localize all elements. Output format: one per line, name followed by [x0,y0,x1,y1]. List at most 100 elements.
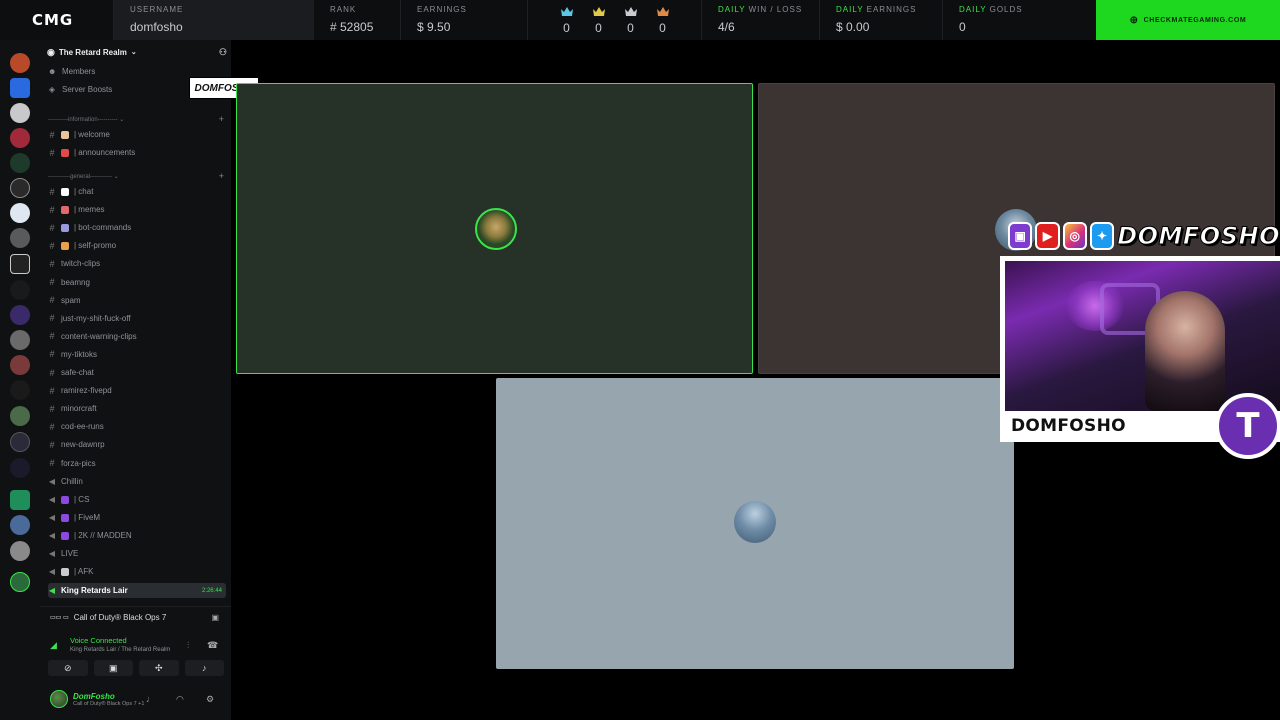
earnings-stat: EARNINGS $ 9.50 [400,0,527,40]
daily-earnings-label: DAILY EARNINGS [836,5,917,14]
globe-icon: ⊕ [1129,14,1139,26]
text-channel[interactable]: # | welcome [48,127,226,142]
channel-name: my-tiktoks [61,349,97,359]
checkmate-site-button[interactable]: ⊕ CHECKMATEGAMING.COM [1096,0,1280,40]
text-channel[interactable]: # safe-chat [48,365,226,380]
text-channel[interactable]: # ramirez-fivepd [48,383,226,398]
channel-emoji-icon [61,531,69,540]
server-icon[interactable] [10,330,30,350]
text-channel[interactable]: # cod-ee-runs [48,419,226,434]
server-icon[interactable] [10,305,30,325]
signal-icon[interactable]: ◢ [50,640,57,651]
text-channel[interactable]: # | self-promo [48,238,226,253]
text-channel[interactable]: # | bot-commands [48,220,226,235]
server-icon[interactable] [10,355,30,375]
headphones-icon[interactable]: ◠ [176,694,184,705]
category-general[interactable]: -----------general----------- ⌄ + [48,170,224,182]
noise-suppression-icon[interactable]: ⫶ [187,640,189,651]
text-channel[interactable]: # content-warning-clips [48,329,226,344]
social-handle: DOMFOSHO [1117,222,1280,251]
server-icon[interactable] [10,228,30,248]
voice-channel[interactable]: ◀ | CS [48,492,226,507]
voice-timer: 2:26:44 [201,587,222,594]
daily-golds-value: 0 [959,20,966,34]
rank-label: RANK [330,5,357,14]
add-channel-icon[interactable]: + [219,114,224,124]
app-window: CMG USERNAME domfosho RANK # 52805 EARNI… [0,0,1280,720]
category-general-label: -----------general----------- ⌄ [48,173,119,180]
voice-channel[interactable]: ◀ Chillin [48,474,226,489]
channel-name: | FiveM [74,513,101,522]
text-channel[interactable]: # minorcraft [48,401,226,416]
server-boosts-link[interactable]: ◈ Server Boosts [48,82,112,96]
activities-icon[interactable]: ✣ [139,660,179,676]
server-icon[interactable] [10,541,30,561]
server-icon[interactable] [10,432,30,452]
server-icon[interactable] [10,128,30,148]
members-link[interactable]: ☻ Members [48,64,95,78]
add-channel-icon[interactable]: + [219,171,224,181]
channel-sidebar: ◉ The Retard Realm ⌄ ⚇ ☻ Members ◈ Serve… [40,40,231,720]
disconnect-icon[interactable]: ☎ [207,640,218,651]
channel-emoji-icon [61,241,69,250]
activity-settings-icon[interactable]: ▣ [211,613,219,622]
invite-icon[interactable]: ⚇ [219,47,227,58]
voice-participant-tile[interactable] [236,83,753,374]
server-icon[interactable] [10,380,30,400]
username-stat: USERNAME domfosho [113,0,313,40]
hash-icon: # [49,367,55,378]
hash-icon: # [49,385,55,396]
server-boosts-label: Server Boosts [62,84,113,94]
server-icon[interactable] [10,53,30,73]
server-icon[interactable] [10,572,30,592]
soundboard-icon[interactable]: ♪ [184,660,224,676]
crown-count: 0 [627,21,634,35]
crown-icon [592,7,605,16]
text-channel[interactable]: # my-tiktoks [48,347,226,362]
screen-share-icon[interactable]: ▣ [93,660,133,676]
text-channel[interactable]: # | chat [48,184,226,199]
channel-name: content-warning-clips [61,331,137,341]
server-icon[interactable] [10,406,30,426]
cmg-logo[interactable]: CMG [0,0,113,40]
text-channel[interactable]: # beamng [48,275,226,290]
server-icon[interactable] [10,515,30,535]
voice-channel[interactable]: ◀ | 2K // MADDEN [48,528,226,543]
text-channel[interactable]: # spam [48,293,226,308]
server-icon[interactable] [10,103,30,123]
text-channel[interactable]: # | announcements [48,145,226,160]
server-icon[interactable] [10,203,30,223]
server-icon[interactable] [10,280,30,300]
speaker-icon: ◀ [48,531,56,540]
text-channel[interactable]: # forza-pics [48,456,226,471]
gear-icon[interactable]: ⚙ [206,694,214,705]
text-channel[interactable]: # | memes [48,202,226,217]
server-icon[interactable] [10,178,30,198]
controller-icon: ▭▭ ▭ [50,615,69,621]
voice-channel[interactable]: ◀ | FiveM [48,510,226,525]
server-icon[interactable] [10,153,30,173]
social-overlay: ▣ ▶ ◎ ✦ DOMFOSHO [1008,218,1280,254]
voice-channel[interactable]: ◀ | AFK [48,564,226,579]
user-info[interactable]: DomFosho Call of Duty® Black Ops 7 +1 [73,692,144,707]
camera-off-icon[interactable]: ⊘ [48,660,88,676]
text-channel[interactable]: # new-dawnrp [48,437,226,452]
server-icon[interactable] [10,78,30,98]
server-icon[interactable] [10,254,30,274]
microphone-icon[interactable]: ♩ [146,694,155,704]
voice-channel[interactable]: ◀ LIVE [48,546,226,561]
text-channel[interactable]: # just-my-shit-fuck-off [48,311,226,326]
user-status: Call of Duty® Black Ops 7 +1 [73,700,145,707]
server-header[interactable]: ◉ The Retard Realm ⌄ ⚇ [47,44,227,60]
category-information[interactable]: ----------information---------- ⌄ + [48,113,224,125]
channel-name: | 2K // MADDEN [74,531,132,540]
server-icon[interactable] [10,458,30,478]
active-voice-channel[interactable]: ◀ King Retards Lair 2:26:44 [48,583,226,598]
hash-icon: # [49,240,55,251]
server-icon[interactable] [10,490,30,510]
text-channel[interactable]: # twitch-clips [48,256,226,271]
hash-icon: # [49,129,55,140]
avatar[interactable] [50,690,68,708]
voice-participant-tile[interactable] [496,378,1014,669]
daily-earnings-stat: DAILY EARNINGS $ 0.00 [819,0,942,40]
